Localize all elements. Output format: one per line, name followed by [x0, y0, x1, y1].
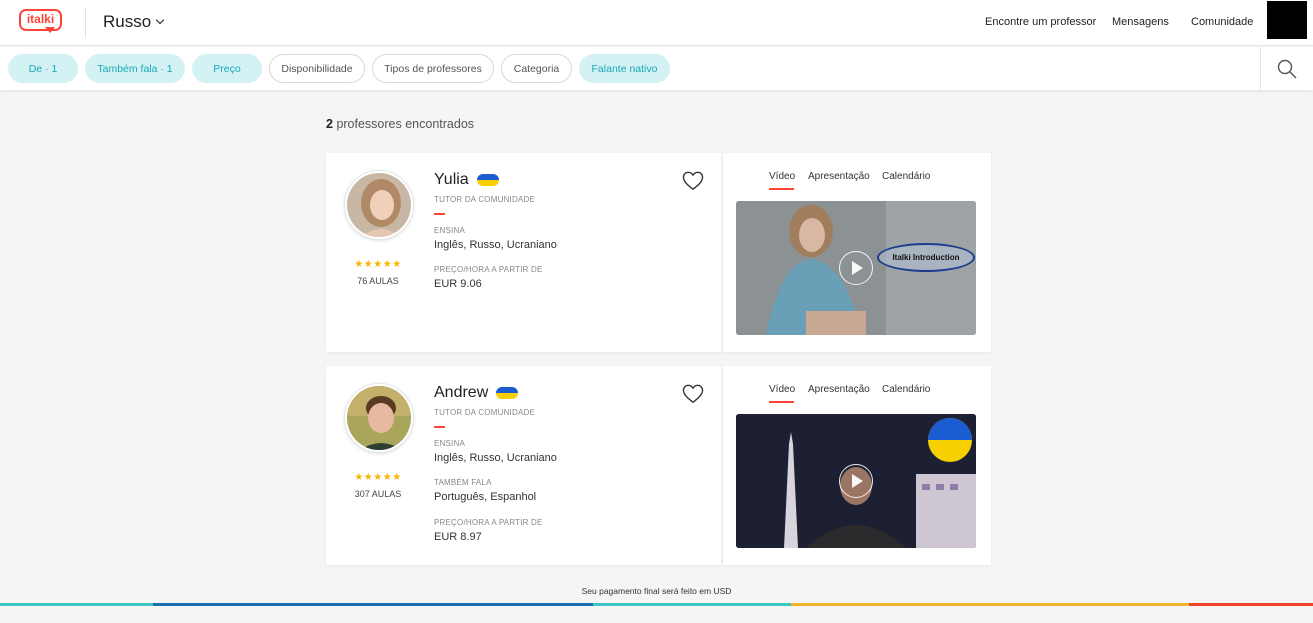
avatar[interactable]	[345, 171, 413, 239]
teacher-name-text: Andrew	[434, 384, 489, 401]
filter-teacher-types[interactable]: Tipos de professores	[372, 54, 494, 83]
teacher-card-yulia[interactable]: ★★★★★ 76 AULAS Yulia TUTOR DA COMUNIDADE…	[326, 153, 721, 352]
teacher-name[interactable]: Yulia	[434, 171, 499, 189]
lessons-count: 76 AULAS	[357, 276, 399, 286]
teaches-value: Inglês, Russo, Ucraniano	[434, 239, 557, 251]
teacher-type: TUTOR DA COMUNIDADE	[434, 408, 535, 417]
play-icon[interactable]	[839, 251, 873, 285]
heart-icon[interactable]	[682, 384, 704, 404]
also-speaks-value: Português, Espanhol	[434, 491, 537, 503]
play-icon[interactable]	[839, 464, 873, 498]
top-header: italki Russo Encontre um professor Mensa…	[0, 0, 1313, 46]
heart-icon[interactable]	[682, 171, 704, 191]
filter-category[interactable]: Categoria	[501, 54, 572, 83]
tab-video[interactable]: Vídeo	[769, 171, 795, 182]
teacher-name-text: Yulia	[434, 171, 469, 188]
rating-stars: ★★★★★	[354, 472, 402, 483]
italki-logo[interactable]: italki	[19, 9, 62, 35]
price-value: EUR 9.06	[434, 278, 482, 290]
accent-line	[434, 213, 445, 215]
nav-find-teacher[interactable]: Encontre um professor	[985, 16, 1096, 28]
color-bar-segment	[593, 603, 791, 606]
filter-also-speaks[interactable]: Também fala · 1	[85, 54, 185, 83]
teaches-label: ENSINA	[434, 439, 465, 448]
teacher-card-andrew[interactable]: ★★★★★ 307 AULAS Andrew TUTOR DA COMUNIDA…	[326, 366, 721, 565]
tab-calendar[interactable]: Calendário	[882, 171, 930, 182]
results-number: 2	[326, 117, 333, 131]
color-bar-segment	[791, 603, 1189, 606]
accent-line	[434, 426, 445, 428]
media-tabs: Vídeo Apresentação Calendário	[723, 171, 991, 191]
filter-from[interactable]: De · 1	[8, 54, 78, 83]
footer-color-bar	[0, 603, 1313, 606]
filter-availability[interactable]: Disponibilidade	[269, 54, 365, 83]
teacher-photo	[347, 386, 411, 450]
tab-video[interactable]: Vídeo	[769, 384, 795, 395]
avatar[interactable]	[345, 384, 413, 452]
user-avatar-redacted[interactable]	[1267, 1, 1307, 39]
teacher-photo	[347, 173, 411, 237]
rating-stars: ★★★★★	[354, 259, 402, 270]
intro-video[interactable]	[736, 414, 976, 548]
tab-calendar[interactable]: Calendário	[882, 384, 930, 395]
intro-video[interactable]: Italki Introduction	[736, 201, 976, 335]
filter-native-speaker[interactable]: Falante nativo	[579, 54, 670, 83]
price-label: PREÇO/HORA A PARTIR DE	[434, 518, 543, 527]
media-tabs: Vídeo Apresentação Calendário	[723, 384, 991, 404]
payment-note: Seu pagamento final será feito em USD	[581, 586, 732, 596]
nav-community[interactable]: Comunidade	[1191, 16, 1253, 28]
color-bar-segment	[1189, 603, 1313, 606]
color-bar-segment	[153, 603, 593, 606]
ukraine-flag-icon	[496, 387, 519, 399]
ukraine-flag-icon	[476, 174, 499, 186]
price-value: EUR 8.97	[434, 531, 482, 543]
language-select[interactable]: Russo	[103, 12, 165, 32]
search-button[interactable]	[1260, 47, 1313, 90]
results-count: 2 professores encontrados	[326, 117, 474, 131]
teacher-name[interactable]: Andrew	[434, 384, 519, 402]
teaches-value: Inglês, Russo, Ucraniano	[434, 452, 557, 464]
teacher-media-yulia: Vídeo Apresentação Calendário Italki Int…	[723, 153, 991, 352]
active-tab-indicator	[769, 401, 794, 403]
search-icon	[1277, 59, 1297, 78]
nav-messages[interactable]: Mensagens	[1112, 16, 1169, 28]
active-tab-indicator	[769, 188, 794, 190]
header-divider	[85, 8, 86, 38]
price-label: PREÇO/HORA A PARTIR DE	[434, 265, 543, 274]
teacher-type: TUTOR DA COMUNIDADE	[434, 195, 535, 204]
logo-text: italki	[26, 12, 55, 26]
filter-price[interactable]: Preço	[192, 54, 262, 83]
chevron-down-icon	[155, 15, 165, 25]
filter-bar: De · 1 Também fala · 1 Preço Disponibili…	[0, 47, 1313, 90]
results-label: professores encontrados	[336, 117, 475, 131]
tab-presentation[interactable]: Apresentação	[808, 171, 870, 182]
language-select-label: Russo	[103, 12, 152, 31]
also-speaks-label: TAMBÉM FALA	[434, 478, 492, 487]
lessons-count: 307 AULAS	[354, 489, 402, 499]
color-bar-segment	[0, 603, 153, 606]
teaches-label: ENSINA	[434, 226, 465, 235]
teacher-media-andrew: Vídeo Apresentação Calendário	[723, 366, 991, 565]
video-caption: Italki Introduction	[877, 243, 975, 272]
tab-presentation[interactable]: Apresentação	[808, 384, 870, 395]
logo-bubble-tail	[45, 27, 55, 33]
